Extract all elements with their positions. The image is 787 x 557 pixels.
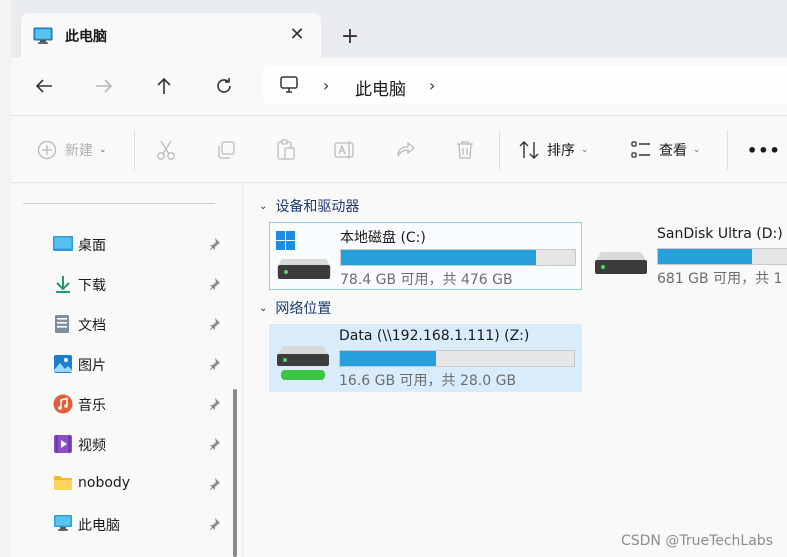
sidebar-item-documents[interactable]: 文档: [11, 306, 231, 342]
monitor-icon: [279, 75, 299, 99]
pin-icon[interactable]: [207, 356, 221, 371]
pin-icon[interactable]: [207, 396, 221, 411]
file-explorer-window: 此电脑 ✕ + › 此电脑 › 新建 ⌄ 排序 ⌄ 查看 ⌄ ••• 桌面 下载…: [11, 0, 787, 557]
sidebar-item-this-pc[interactable]: 此电脑: [11, 506, 231, 542]
back-button[interactable]: [24, 70, 64, 102]
drive-usage-fill: [658, 249, 752, 264]
breadcrumb-chevron-icon[interactable]: ›: [323, 76, 329, 95]
sort-icon: [519, 141, 539, 159]
forward-arrow-icon: [96, 79, 113, 93]
share-icon: [397, 141, 416, 157]
pin-icon[interactable]: [207, 516, 221, 531]
download-arrow-icon: [53, 274, 73, 294]
this-pc-icon: [53, 514, 73, 534]
copy-button[interactable]: [216, 136, 236, 164]
cut-button[interactable]: [156, 136, 176, 164]
back-arrow-icon: [35, 79, 52, 93]
sidebar-item-pictures[interactable]: 图片: [11, 346, 231, 382]
document-icon: [53, 314, 73, 334]
group-header-network[interactable]: ⌄ 网络位置: [259, 298, 331, 318]
up-arrow-icon: [157, 77, 171, 94]
up-button[interactable]: [144, 70, 184, 102]
sidebar-item-desktop[interactable]: 桌面: [11, 226, 231, 262]
pin-icon[interactable]: [207, 316, 221, 331]
view-list-icon: [631, 141, 650, 158]
sidebar-scrollbar[interactable]: [233, 389, 237, 557]
refresh-button[interactable]: [204, 70, 244, 102]
sidebar-divider: [23, 203, 215, 204]
pin-icon[interactable]: [207, 436, 221, 451]
drive-usage-fill: [340, 351, 436, 366]
chevron-down-icon: ⌄: [259, 302, 268, 314]
tab-title: 此电脑: [65, 29, 107, 45]
pin-icon[interactable]: [207, 476, 221, 491]
sidebar-item-downloads[interactable]: 下载: [11, 266, 231, 302]
address-bar[interactable]: › 此电脑 ›: [263, 66, 787, 104]
copy-icon: [218, 141, 235, 159]
view-button[interactable]: 查看 ⌄: [631, 136, 701, 164]
this-pc-icon: [33, 27, 53, 49]
trash-icon: [457, 141, 473, 159]
network-drive-icon: [275, 332, 331, 386]
windows-drive-icon: [276, 231, 332, 285]
sidebar-item-videos[interactable]: 视频: [11, 426, 231, 462]
drive-usage-bar: [340, 249, 576, 266]
sidebar-item-nobody[interactable]: nobody: [11, 466, 231, 502]
content-pane: ⌄ 设备和驱动器 本地磁盘 (C:) 78.4 GB 可用，共 476 GB S…: [245, 184, 787, 557]
sort-button[interactable]: 排序 ⌄: [519, 136, 589, 164]
breadcrumb-chevron-icon[interactable]: ›: [429, 76, 435, 95]
drive-usage-bar: [657, 248, 787, 265]
command-separator: [134, 130, 135, 170]
drive-usage-fill: [341, 250, 537, 265]
pin-icon[interactable]: [207, 236, 221, 251]
navigation-bar: › 此电脑 ›: [11, 58, 787, 115]
music-icon: [53, 394, 73, 414]
rename-icon: [334, 141, 354, 159]
drive-usage-bar: [339, 350, 575, 367]
command-separator: [727, 130, 728, 170]
delete-button[interactable]: [456, 136, 474, 164]
new-button[interactable]: 新建 ⌄: [37, 136, 107, 164]
watermark: CSDN @TrueTechLabs: [620, 533, 773, 549]
sidebar-item-music[interactable]: 音乐: [11, 386, 231, 422]
refresh-icon: [217, 78, 231, 93]
paste-button[interactable]: [276, 136, 296, 164]
tab-this-pc[interactable]: 此电脑 ✕: [21, 13, 321, 58]
video-icon: [53, 434, 73, 454]
scissors-icon: [157, 140, 175, 160]
forward-button[interactable]: [84, 70, 124, 102]
drive-item-z[interactable]: Data (\\192.168.1.111) (Z:) 16.6 GB 可用，共…: [269, 324, 582, 392]
rename-button[interactable]: [334, 136, 356, 164]
new-plus-icon: [37, 140, 57, 160]
command-bar: 新建 ⌄ 排序 ⌄ 查看 ⌄ •••: [11, 115, 787, 183]
group-header-devices[interactable]: ⌄ 设备和驱动器: [259, 196, 359, 216]
chevron-down-icon: ⌄: [259, 200, 268, 212]
paste-icon: [277, 139, 295, 160]
share-button[interactable]: [396, 136, 416, 164]
pin-icon[interactable]: [207, 276, 221, 291]
tab-strip: 此电脑 ✕ +: [11, 0, 787, 58]
desktop-folder-icon: [53, 234, 73, 254]
command-separator: [499, 130, 500, 170]
pictures-icon: [53, 354, 73, 374]
close-tab-icon[interactable]: ✕: [285, 23, 309, 47]
drive-item-c[interactable]: 本地磁盘 (C:) 78.4 GB 可用，共 476 GB: [269, 222, 582, 290]
more-options-button[interactable]: •••: [747, 136, 781, 164]
hard-drive-icon: [593, 230, 649, 284]
breadcrumb-this-pc[interactable]: 此电脑: [355, 75, 406, 100]
drive-item-d[interactable]: SanDisk Ultra (D:) 681 GB 可用，共 1: [587, 222, 787, 290]
yellow-folder-icon: [53, 474, 73, 494]
navigation-pane: 桌面 下载 文档 图片 音乐 视频 nobody 此电脑: [11, 184, 241, 557]
new-tab-button[interactable]: +: [337, 24, 363, 50]
